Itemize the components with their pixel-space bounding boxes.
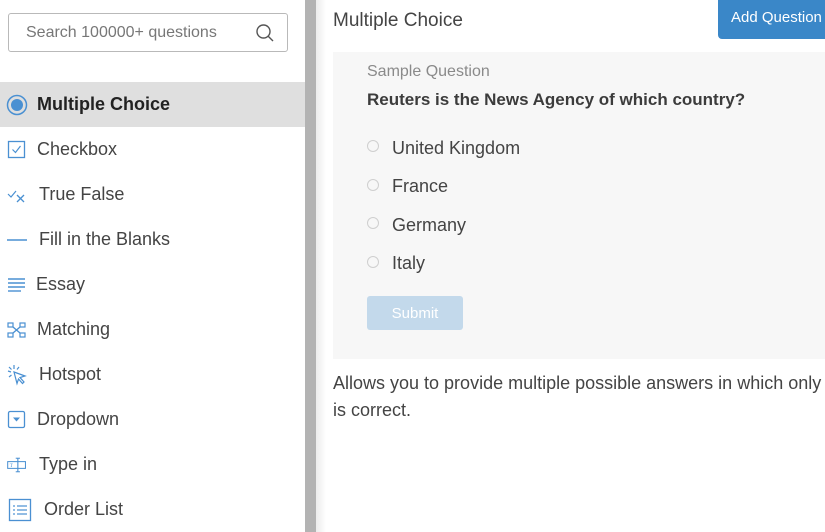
- sidebar-item-label: Matching: [37, 319, 111, 339]
- radio-button-icon: [6, 94, 28, 116]
- sidebar-item-label: Essay: [36, 274, 86, 294]
- sidebar-item-checkbox[interactable]: Checkbox: [0, 127, 305, 172]
- dropdown-icon: [6, 409, 28, 431]
- sidebar-item-hotspot[interactable]: Hotspot: [0, 352, 305, 397]
- sidebar-item-true-false[interactable]: True False: [0, 172, 305, 217]
- answer-option[interactable]: France: [367, 168, 520, 207]
- sidebar-item-label: True False: [39, 184, 125, 204]
- panel-divider[interactable]: [305, 0, 316, 532]
- sidebar-item-type-in[interactable]: T Type in: [0, 442, 305, 487]
- description-line: Allows you to provide multiple possible …: [333, 373, 822, 393]
- list-icon: [7, 497, 33, 523]
- answer-option[interactable]: Germany: [367, 206, 520, 245]
- sidebar-item-label: Order List: [44, 499, 124, 519]
- true-false-icon: [6, 184, 28, 206]
- sample-question-label: Sample Question: [367, 63, 490, 80]
- answer-option[interactable]: Italy: [367, 245, 520, 284]
- sidebar-item-label: Fill in the Blanks: [39, 229, 171, 249]
- sidebar-item-label: Hotspot: [39, 364, 102, 384]
- sidebar-item-matching[interactable]: Matching: [0, 307, 305, 352]
- question-text: Reuters is the News Agency of which coun…: [367, 90, 746, 109]
- cursor-click-icon: [6, 364, 28, 386]
- add-question-button[interactable]: Add Question: [718, 0, 825, 39]
- sidebar-item-multiple-choice[interactable]: Multiple Choice: [0, 82, 305, 127]
- sidebar-item-fill-in-the-blanks[interactable]: Fill in the Blanks: [0, 217, 305, 262]
- sidebar-item-order-list[interactable]: Order List: [0, 487, 305, 532]
- sidebar-item-label: Type in: [39, 454, 98, 474]
- sidebar-item-label: Checkbox: [37, 139, 118, 159]
- question-type-description: Allows you to provide multiple possible …: [333, 370, 825, 424]
- radio-button[interactable]: [367, 217, 379, 230]
- divider-shadow: [316, 0, 326, 532]
- question-type-list: Multiple Choice Checkbox True False Fill…: [0, 82, 305, 532]
- sample-question-card: Sample Question Reuters is the News Agen…: [333, 52, 825, 359]
- checkbox-icon: [6, 139, 28, 161]
- search-icon[interactable]: [255, 23, 275, 43]
- answer-option[interactable]: United Kingdom: [367, 129, 520, 168]
- text-lines-icon: [6, 274, 28, 296]
- submit-button[interactable]: Submit: [367, 296, 463, 330]
- sidebar-item-label: Dropdown: [37, 409, 120, 429]
- page-title: Multiple Choice: [333, 10, 463, 31]
- search-input[interactable]: [9, 14, 249, 51]
- blank-line-icon: [6, 229, 28, 251]
- sidebar-item-dropdown[interactable]: Dropdown: [0, 397, 305, 442]
- main-panel: Multiple Choice Add Question Sample Ques…: [333, 0, 825, 532]
- option-label: France: [392, 176, 449, 197]
- sidebar: Multiple Choice Checkbox True False: [0, 0, 305, 532]
- option-label: Italy: [392, 253, 426, 274]
- option-label: United Kingdom: [392, 137, 521, 158]
- answer-options: United Kingdom France Germany Italy: [367, 129, 520, 283]
- matching-icon: [6, 319, 28, 341]
- radio-button[interactable]: [367, 140, 379, 153]
- sidebar-item-essay[interactable]: Essay: [0, 262, 305, 307]
- sidebar-item-label: Multiple Choice: [37, 94, 171, 114]
- radio-button[interactable]: [367, 178, 379, 191]
- text-cursor-icon: T: [6, 454, 28, 476]
- option-label: Germany: [392, 214, 467, 235]
- radio-button[interactable]: [367, 255, 379, 268]
- search-box: [8, 13, 288, 52]
- description-line: is correct.: [333, 400, 412, 420]
